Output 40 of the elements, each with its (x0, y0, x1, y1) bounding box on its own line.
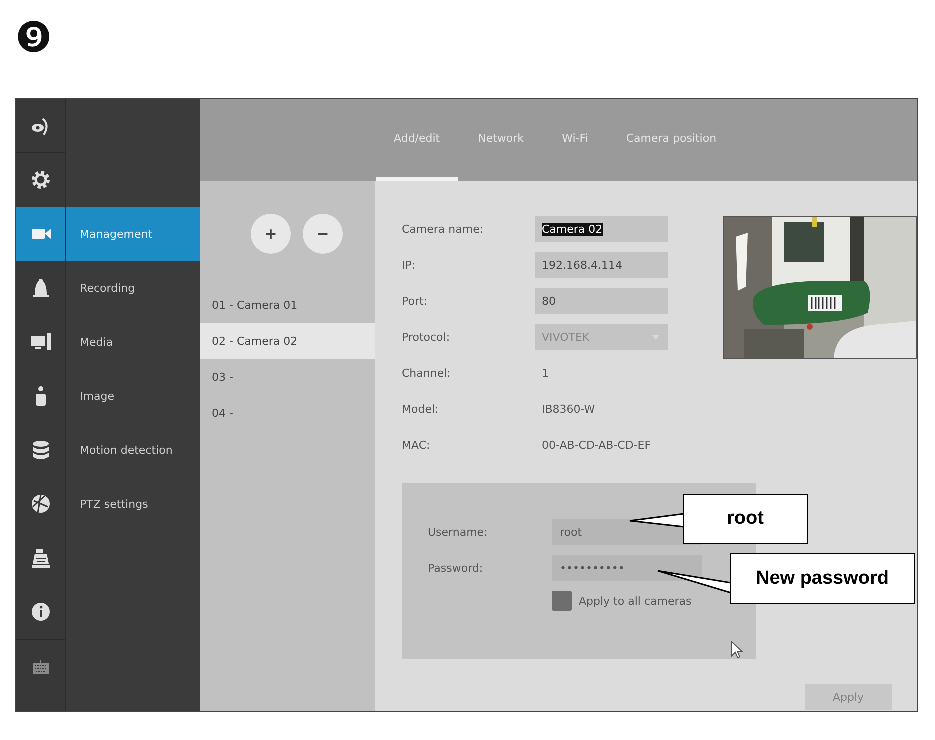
camera-list-item[interactable]: 01 - Camera 01 (200, 287, 375, 323)
checkbox-label: Apply to all cameras (579, 594, 692, 608)
callout-pointer (629, 513, 685, 529)
field-label: IP: (402, 258, 417, 272)
input-field[interactable]: 80 (535, 288, 668, 314)
field-value: 00-AB-CD-AB-CD-EF (541, 438, 652, 452)
field-label: Password: (428, 562, 484, 574)
info-icon[interactable] (30, 601, 52, 623)
camera-list-item[interactable]: 04 - (200, 395, 375, 431)
menu-item[interactable]: Image (66, 369, 200, 423)
input-field[interactable]: Camera 02 (535, 216, 668, 242)
remove-button[interactable]: − (303, 214, 343, 254)
field-value: 1 (541, 366, 549, 380)
cash-register-icon[interactable] (30, 547, 52, 569)
computer-icon[interactable] (30, 331, 52, 353)
field-label: Camera name: (402, 222, 485, 236)
menu-item[interactable]: Motion detection (66, 423, 200, 477)
field-label: Username: (428, 526, 489, 538)
mouse-pointer-icon (731, 641, 743, 659)
password-field[interactable]: •••••••••• (552, 555, 702, 581)
field-label: Channel: (402, 366, 452, 380)
menu-item[interactable]: Management (66, 207, 200, 261)
step-number: ❾ (15, 15, 53, 64)
input-field[interactable]: 192.168.4.114 (535, 252, 668, 278)
field-label: Port: (402, 294, 429, 308)
menu-item[interactable]: Media (66, 315, 200, 369)
checkbox[interactable] (552, 591, 572, 611)
field-value: IB8360-W (541, 402, 596, 416)
callout-label: root (683, 494, 808, 544)
camera-list-item[interactable]: 02 - Camera 02 (200, 323, 375, 359)
camera-list-item[interactable]: 03 - (200, 359, 375, 395)
field-label: MAC: (402, 438, 432, 452)
gear-icon[interactable] (30, 169, 52, 191)
menu-item[interactable]: Recording (66, 261, 200, 315)
globe-icon[interactable] (30, 493, 52, 515)
menu-item[interactable]: PTZ settings (66, 477, 200, 531)
add-button[interactable]: + (251, 214, 291, 254)
callout-label: New password (730, 553, 915, 604)
field-label: Protocol: (402, 330, 452, 344)
field-label: Model: (402, 402, 440, 416)
